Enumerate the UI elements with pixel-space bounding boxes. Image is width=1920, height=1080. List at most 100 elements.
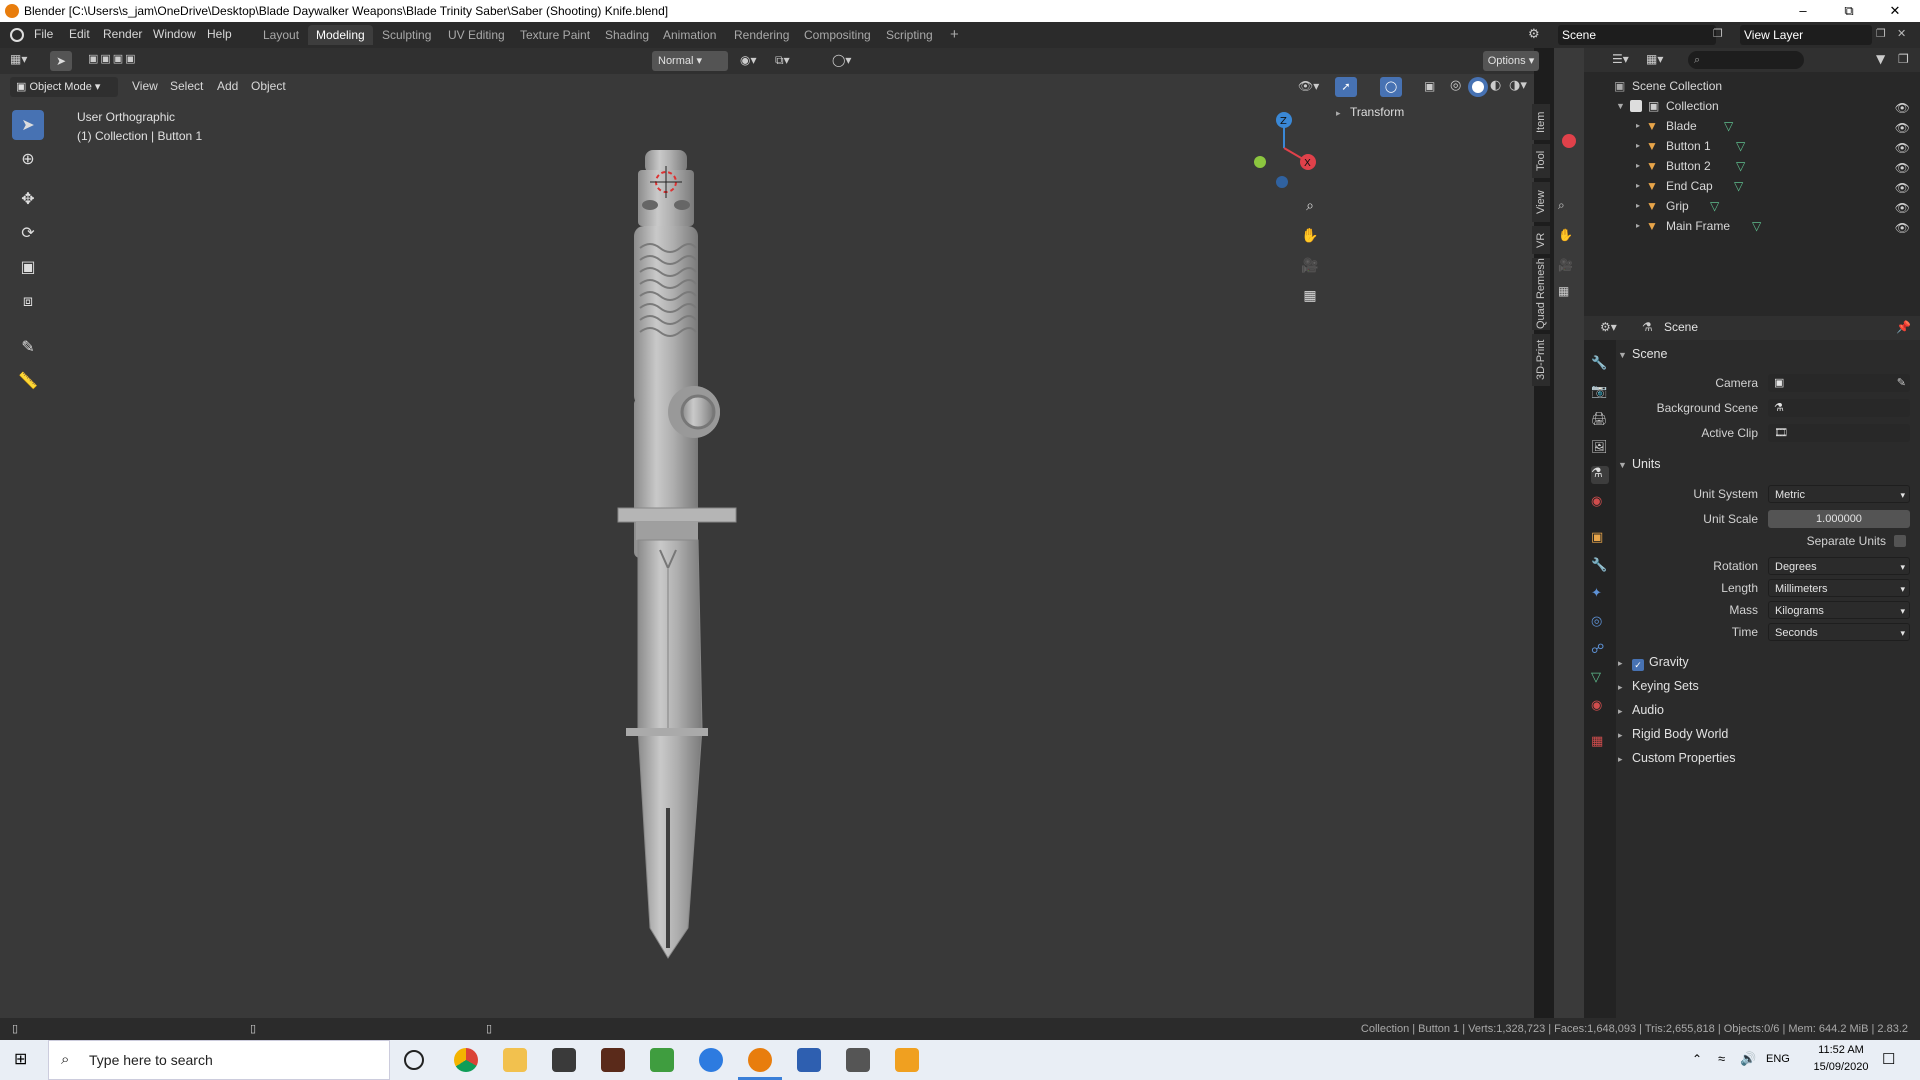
tab-quad-remesh[interactable]: Quad Remesh [1532, 258, 1550, 330]
proportional-edit-icon[interactable]: ◯▾ [832, 53, 851, 67]
rotation-dropdown[interactable]: Degrees ▾ [1768, 557, 1910, 575]
units-panel-header[interactable]: ▼ Units [1618, 454, 1912, 474]
app-icon-5[interactable] [797, 1048, 821, 1072]
minimize-icon[interactable]: – [1780, 0, 1826, 22]
filter-view-icon[interactable]: ▦▾ [1646, 52, 1663, 66]
outliner-search-input[interactable]: ⌕ [1688, 51, 1804, 69]
audio-panel-header[interactable]: ▸ Audio [1618, 700, 1912, 720]
visibility-eye-icon[interactable]: 👁 [1895, 218, 1910, 238]
xray-icon[interactable]: ▣ [1424, 79, 1435, 93]
menu-help[interactable]: Help [207, 27, 232, 41]
new-view-layer-icon[interactable]: ❐ [1876, 27, 1886, 40]
grid-icon-2[interactable]: ▦ [1558, 284, 1569, 298]
gizmo-toggle-icon[interactable]: ➚ [1335, 77, 1357, 97]
texture-tab-icon[interactable]: ▦ [1591, 734, 1609, 752]
outliner-object-button-1[interactable]: ▸ ▼ Button 1 ▽ 👁 [1584, 136, 1920, 156]
keying-sets-panel-header[interactable]: ▸ Keying Sets [1618, 676, 1912, 696]
expand-arrow-icon[interactable]: ▸ [1636, 216, 1640, 236]
clock-date[interactable]: 15/09/2020 [1806, 1061, 1876, 1073]
remove-view-layer-icon[interactable]: ✕ [1897, 27, 1906, 40]
filter-icon[interactable]: ▼ [1876, 52, 1885, 66]
zoom-icon-2[interactable]: ⌕ [1558, 198, 1565, 213]
display-mode-icon[interactable]: ☰▾ [1612, 52, 1629, 66]
editor-type-icon[interactable]: ⚙▾ [1600, 320, 1617, 334]
tab-sculpting[interactable]: Sculpting [374, 25, 439, 45]
tab-tool[interactable]: Tool [1532, 144, 1550, 178]
menu-window[interactable]: Window [153, 27, 196, 41]
tool-tab-icon[interactable]: 🔧 [1591, 356, 1609, 374]
background-scene-field[interactable]: ⚗ [1768, 399, 1910, 417]
tab-scripting[interactable]: Scripting [878, 25, 941, 45]
menu-object[interactable]: Object [251, 79, 286, 93]
scale-tool[interactable]: ▣ [12, 252, 44, 282]
tab-item[interactable]: Item [1532, 104, 1550, 140]
tab-view[interactable]: View [1532, 182, 1550, 222]
gravity-panel-header[interactable]: ▸ ✓ Gravity [1618, 652, 1912, 672]
tab-animation[interactable]: Animation [655, 25, 724, 45]
outliner-scene-collection[interactable]: ▣ Scene Collection [1584, 76, 1920, 96]
language-indicator[interactable]: ENG [1766, 1053, 1790, 1065]
chrome-icon[interactable] [454, 1048, 478, 1072]
transform-tool[interactable]: ⧈ [12, 286, 44, 316]
tab-modeling[interactable]: Modeling [308, 25, 373, 45]
app-icon-3[interactable] [650, 1048, 674, 1072]
add-workspace-icon[interactable]: + [942, 25, 967, 45]
chevron-up-icon[interactable]: ⌃ [1692, 1052, 1702, 1066]
mesh-data-icon[interactable]: ▽ [1724, 116, 1733, 136]
outliner-object-main-frame[interactable]: ▸ ▼ Main Frame ▽ 👁 [1584, 216, 1920, 236]
unit-system-dropdown[interactable]: Metric ▾ [1768, 485, 1910, 503]
outliner-object-button-2[interactable]: ▸ ▼ Button 2 ▽ 👁 [1584, 156, 1920, 176]
wifi-icon[interactable]: ≈ [1718, 1051, 1725, 1066]
expand-arrow-icon[interactable]: ▼ [1616, 96, 1625, 116]
tab-3d-print[interactable]: 3D-Print [1532, 334, 1550, 386]
taskbar-search-box[interactable]: ⌕ Type here to search [48, 1040, 390, 1080]
expand-arrow-icon[interactable]: ▸ [1636, 176, 1640, 196]
collection-checkbox[interactable] [1630, 100, 1642, 112]
app-icon-1[interactable] [552, 1048, 576, 1072]
pin-icon[interactable]: 📌 [1896, 320, 1911, 334]
menu-render[interactable]: Render [103, 27, 142, 41]
annotate-tool[interactable]: ✎ [12, 332, 44, 362]
snap-icon[interactable]: ⧉▾ [775, 53, 790, 68]
menu-view[interactable]: View [132, 79, 158, 93]
solid-shading-icon[interactable] [1468, 77, 1488, 97]
select-tool-icon[interactable]: ➤ [50, 51, 72, 71]
app-icon-6[interactable] [895, 1048, 919, 1072]
3d-viewport[interactable]: ▦▾ ➤ ▣▣▣▣ Normal ▾ ◉▾ ⧉▾ ◯▾ Options ▾ ▣ … [0, 48, 1550, 1018]
move-tool[interactable]: ✥ [12, 184, 44, 214]
mesh-data-icon[interactable]: ▽ [1710, 196, 1719, 216]
mode-dropdown[interactable]: ▣ Object Mode ▾ [10, 77, 118, 97]
rigid-body-world-panel-header[interactable]: ▸ Rigid Body World [1618, 724, 1912, 744]
close-icon[interactable]: ✕ [1872, 0, 1918, 22]
unit-scale-field[interactable]: 1.000000 [1768, 510, 1910, 528]
time-dropdown[interactable]: Seconds ▾ [1768, 623, 1910, 641]
mail-icon[interactable] [846, 1048, 870, 1072]
pan-hand-icon-2[interactable]: ✋ [1558, 228, 1573, 242]
physics-tab-icon[interactable]: ◎ [1591, 614, 1609, 632]
view-layer-tab-icon[interactable]: 🖼 [1591, 440, 1609, 458]
output-tab-icon[interactable]: 🖨 [1591, 412, 1609, 430]
cursor-tool[interactable]: ⊕ [12, 144, 44, 174]
options-dropdown[interactable]: Options ▾ [1483, 51, 1539, 71]
custom-properties-panel-header[interactable]: ▸ Custom Properties [1618, 748, 1912, 768]
volume-icon[interactable]: 🔊 [1740, 1051, 1756, 1067]
visibility-eye-icon[interactable]: 👁 [1895, 98, 1910, 118]
expand-arrow-icon[interactable]: ▸ [1636, 196, 1640, 216]
data-tab-icon[interactable]: ▽ [1591, 670, 1609, 688]
camera-field[interactable]: ▣ ✎ [1768, 374, 1910, 392]
mass-dropdown[interactable]: Kilograms ▾ [1768, 601, 1910, 619]
visibility-eye-icon[interactable]: 👁 [1895, 158, 1910, 178]
pan-hand-icon[interactable]: ✋ [1297, 223, 1323, 249]
grid-view-icon[interactable]: ▦ [1297, 283, 1323, 309]
tab-compositing[interactable]: Compositing [796, 25, 879, 45]
visibility-eye-icon[interactable]: 👁 [1895, 178, 1910, 198]
outliner-object-grip[interactable]: ▸ ▼ Grip ▽ 👁 [1584, 196, 1920, 216]
modifier-tab-icon[interactable]: 🔧 [1591, 558, 1609, 576]
transform-orientation-dropdown[interactable]: Normal ▾ [652, 51, 728, 71]
file-explorer-icon[interactable] [503, 1048, 527, 1072]
material-tab-icon[interactable]: ◉ [1591, 698, 1609, 716]
visibility-eye-icon[interactable]: 👁 [1895, 198, 1910, 218]
object-tab-icon[interactable]: ▣ [1591, 530, 1609, 548]
separate-units-checkbox[interactable] [1894, 535, 1906, 547]
menu-file[interactable]: File [34, 27, 53, 41]
